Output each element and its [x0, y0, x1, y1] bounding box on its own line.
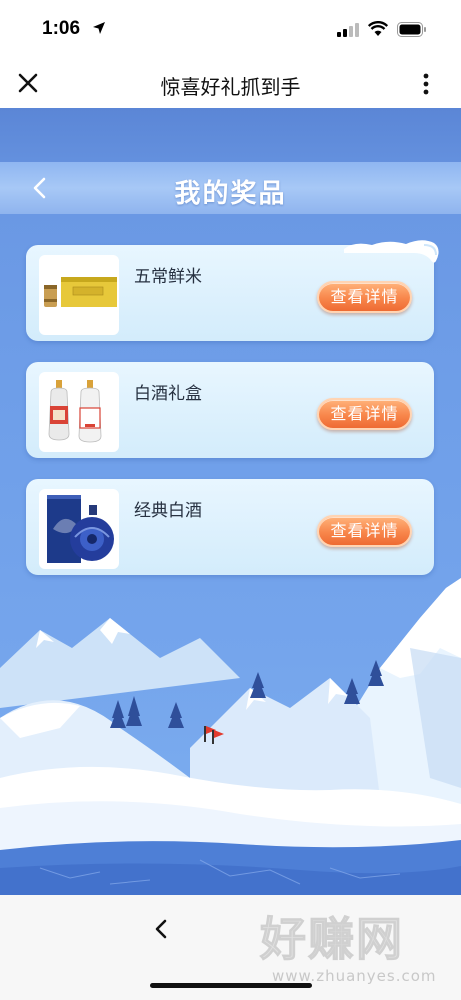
bottom-bar: 好赚网 www.zhuanyes.com	[0, 895, 461, 1000]
home-indicator	[150, 983, 312, 988]
wifi-icon	[368, 21, 388, 36]
view-details-button[interactable]: 查看详情	[317, 515, 412, 547]
snow-decoration	[344, 240, 439, 263]
page-title: 我的奖品	[174, 179, 287, 209]
location-arrow-icon	[93, 22, 105, 34]
classic-liquor-image	[47, 495, 114, 563]
chevron-left-icon[interactable]	[150, 915, 174, 943]
prize-card: 五常鲜米 查看详情	[26, 240, 439, 341]
nav-bar: 惊喜好礼抓到手	[0, 58, 461, 108]
prize-name: 白酒礼盒	[134, 384, 202, 404]
rice-gift-box-image	[44, 277, 117, 307]
prize-card: 白酒礼盒 查看详情	[26, 362, 434, 458]
nav-title: 惊喜好礼抓到手	[160, 75, 301, 99]
prize-page: 我的奖品 五常鲜米 查看详情 白酒礼盒 查看详情 经典白酒 查看详情	[0, 108, 461, 895]
prize-name: 经典白酒	[134, 501, 202, 521]
prize-thumbnail	[39, 489, 119, 569]
snow-mountain-scenery	[0, 578, 461, 895]
watermark-text: 好赚网	[260, 912, 404, 967]
battery-icon	[397, 22, 426, 37]
status-time: 1:06	[42, 18, 81, 39]
signal-icon	[337, 23, 359, 37]
prize-thumbnail	[39, 255, 119, 335]
liquor-gift-box-image	[48, 380, 102, 443]
status-bar: 1:06	[0, 0, 461, 58]
prize-card: 经典白酒 查看详情	[26, 479, 434, 575]
page-header: 我的奖品	[0, 162, 461, 214]
prize-thumbnail	[39, 372, 119, 452]
watermark: 好赚网 www.zhuanyes.com	[260, 903, 450, 993]
view-details-button[interactable]: 查看详情	[317, 281, 412, 313]
view-details-button[interactable]: 查看详情	[317, 398, 412, 430]
prize-name: 五常鲜米	[134, 267, 202, 287]
more-icon[interactable]	[414, 70, 438, 98]
